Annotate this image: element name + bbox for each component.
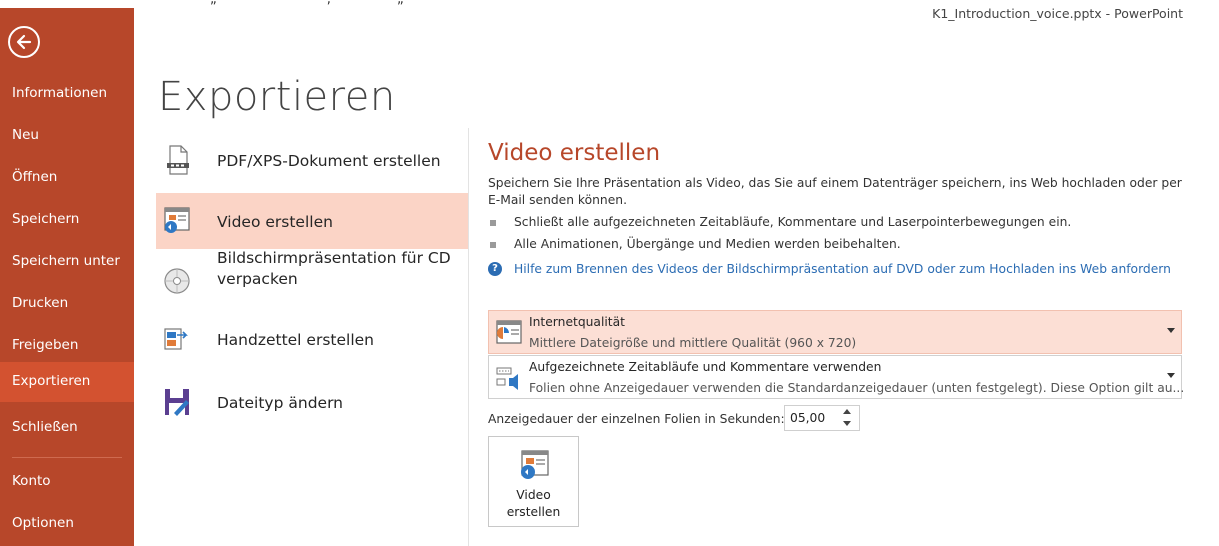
sidebar-item-konto[interactable]: Konto [0, 462, 134, 502]
timings-narration-icon [496, 367, 518, 390]
sidebar-item-label: Freigeben [12, 337, 79, 353]
create-video-button[interactable]: Video erstellen [488, 436, 579, 527]
create-video-button-line2: erstellen [506, 505, 561, 519]
sidebar-item-label: Speichern unter [12, 253, 120, 269]
option-handout[interactable]: Handzettel erstellen [156, 313, 468, 369]
section-title: Video erstellen [488, 140, 661, 166]
video-icon [521, 450, 549, 479]
option-pdf-xps[interactable]: PDF/XPS-Dokument erstellen [156, 132, 468, 188]
video-icon [164, 207, 190, 233]
option-label: Video erstellen [217, 213, 333, 231]
help-question-icon: ? [488, 262, 502, 276]
option-video[interactable]: Video erstellen [156, 193, 468, 249]
save-filetype-icon [165, 389, 189, 416]
sidebar-item-label: Öffnen [12, 169, 58, 185]
create-video-button-label: Video erstellen [489, 487, 578, 521]
sidebar-divider [12, 457, 122, 458]
sidebar-item-label: Drucken [12, 295, 69, 311]
timings-sublabel: Folien ohne Anzeigedauer verwenden die S… [529, 381, 1185, 395]
quality-sublabel: Mittlere Dateigröße und mittlere Qualitä… [529, 336, 857, 350]
sidebar-item-label: Neu [12, 127, 39, 143]
presentation-quality-icon [496, 320, 522, 344]
back-arrow-icon[interactable] [8, 26, 40, 58]
sidebar-item-label: Konto [12, 473, 51, 489]
sidebar-item-label: Informationen [12, 85, 108, 101]
bullet-square-icon [490, 220, 496, 226]
option-label: Handzettel erstellen [217, 331, 374, 349]
sidebar-item-informationen[interactable]: Informationen [0, 74, 134, 114]
handout-icon [164, 328, 188, 350]
sidebar-item-label: Speichern [12, 211, 80, 227]
clipped-caption-text: „ “ , „ “ [210, 0, 460, 7]
option-cd-package[interactable]: Bildschirmpräsentation für CD verpacken [156, 249, 468, 308]
chevron-down-icon [1167, 373, 1175, 378]
sidebar-item-oeffnen[interactable]: Öffnen [0, 158, 134, 198]
sidebar-item-label: Exportieren [12, 373, 91, 389]
sidebar-item-optionen[interactable]: Optionen [0, 504, 134, 544]
spin-down-icon[interactable] [843, 421, 851, 426]
sidebar-item-neu[interactable]: Neu [0, 116, 134, 156]
pdf-document-icon [167, 145, 189, 175]
bullet-square-icon [490, 242, 496, 248]
sidebar-item-drucken[interactable]: Drucken [0, 284, 134, 324]
duration-label: Anzeigedauer der einzelnen Folien in Sek… [488, 412, 785, 426]
option-label: PDF/XPS-Dokument erstellen [217, 152, 441, 170]
duration-spinner[interactable]: 05,00 [784, 405, 860, 431]
timings-label: Aufgezeichnete Zeitabläufe und Kommentar… [529, 360, 882, 374]
quality-label: Internetqualität [529, 315, 625, 329]
quality-dropdown[interactable]: Internetqualität Mittlere Dateigröße und… [488, 310, 1182, 354]
sidebar-item-speichern-unter[interactable]: Speichern unter [0, 242, 134, 282]
timings-dropdown[interactable]: Aufgezeichnete Zeitabläufe und Kommentar… [488, 355, 1185, 399]
sidebar-item-speichern[interactable]: Speichern [0, 200, 134, 240]
option-label: Dateityp ändern [217, 394, 343, 412]
page-title: Exportieren [158, 74, 396, 120]
option-change-filetype[interactable]: Dateityp ändern [156, 374, 468, 430]
backstage-sidebar: Informationen Neu Öffnen Speichern Speic… [0, 8, 134, 546]
chevron-down-icon [1167, 328, 1175, 333]
spin-up-icon[interactable] [843, 409, 851, 414]
sidebar-item-freigeben[interactable]: Freigeben [0, 326, 134, 366]
bullet-text: Alle Animationen, Übergänge und Medien w… [514, 237, 901, 251]
section-description: Speichern Sie Ihre Präsentation als Vide… [488, 176, 1182, 207]
option-label: Bildschirmpräsentation für CD verpacken [217, 249, 451, 288]
sidebar-item-label: Optionen [12, 515, 74, 531]
window-title: K1_Introduction_voice.pptx - PowerPoint [932, 6, 1183, 21]
create-video-button-line1: Video [516, 488, 551, 502]
column-divider [468, 128, 469, 546]
arrow-left-icon [16, 34, 32, 50]
sidebar-item-schliessen[interactable]: Schließen [0, 408, 134, 448]
sidebar-item-exportieren[interactable]: Exportieren [0, 362, 134, 402]
cd-icon [164, 268, 190, 294]
sidebar-item-label: Schließen [12, 419, 78, 435]
duration-value[interactable]: 05,00 [790, 411, 825, 425]
help-link-text[interactable]: Hilfe zum Brennen des Videos der Bildsch… [514, 262, 1171, 276]
bullet-text: Schließt alle aufgezeichneten Zeitabläuf… [514, 215, 1072, 229]
